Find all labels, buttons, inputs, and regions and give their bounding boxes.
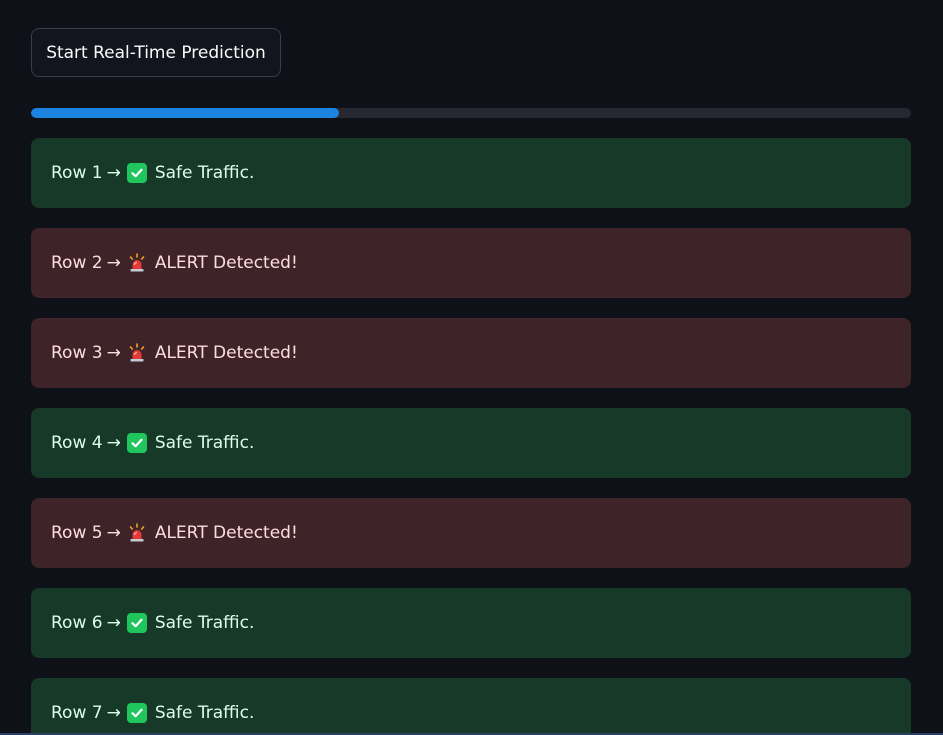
arrow-icon: → bbox=[106, 523, 121, 543]
arrow-icon: → bbox=[106, 163, 121, 183]
status-message: Safe Traffic. bbox=[154, 433, 255, 453]
row-label: Row 4 bbox=[51, 433, 103, 453]
police-light-icon bbox=[127, 523, 147, 543]
status-message: ALERT Detected! bbox=[154, 253, 298, 273]
check-mark-icon bbox=[126, 703, 147, 723]
check-mark-icon bbox=[126, 613, 147, 633]
arrow-icon: → bbox=[106, 613, 121, 633]
row-label: Row 2 bbox=[51, 253, 103, 273]
police-light-icon bbox=[127, 253, 147, 273]
status-message: Safe Traffic. bbox=[154, 163, 255, 183]
check-mark-icon bbox=[126, 433, 147, 453]
arrow-icon: → bbox=[106, 343, 121, 363]
check-mark-icon bbox=[126, 163, 147, 183]
app-page: Start Real-Time Prediction Row 1 → Safe Tr… bbox=[0, 0, 943, 735]
result-row: Row 4 → Safe Traffic. bbox=[31, 408, 911, 478]
status-message: Safe Traffic. bbox=[154, 613, 255, 633]
status-message: ALERT Detected! bbox=[154, 523, 298, 543]
progress-bar-fill bbox=[31, 108, 339, 118]
result-row: Row 3 → ALERT Detected! bbox=[31, 318, 911, 388]
result-row: Row 2 → ALERT Detected! bbox=[31, 228, 911, 298]
arrow-icon: → bbox=[106, 253, 121, 273]
result-row: Row 7 → Safe Traffic. bbox=[31, 678, 911, 735]
row-label: Row 6 bbox=[51, 613, 103, 633]
police-light-icon bbox=[127, 343, 147, 363]
progress-bar bbox=[31, 108, 911, 118]
row-label: Row 1 bbox=[51, 163, 103, 183]
row-label: Row 7 bbox=[51, 703, 103, 723]
result-row: Row 1 → Safe Traffic. bbox=[31, 138, 911, 208]
start-prediction-button[interactable]: Start Real-Time Prediction bbox=[31, 28, 281, 77]
arrow-icon: → bbox=[106, 703, 121, 723]
status-message: Safe Traffic. bbox=[154, 703, 255, 723]
prediction-results-list: Row 1 → Safe Traffic. Row 2 → ALERT Detected!… bbox=[31, 138, 911, 735]
arrow-icon: → bbox=[106, 433, 121, 453]
row-label: Row 3 bbox=[51, 343, 103, 363]
result-row: Row 5 → ALERT Detected! bbox=[31, 498, 911, 568]
result-row: Row 6 → Safe Traffic. bbox=[31, 588, 911, 658]
status-message: ALERT Detected! bbox=[154, 343, 298, 363]
row-label: Row 5 bbox=[51, 523, 103, 543]
